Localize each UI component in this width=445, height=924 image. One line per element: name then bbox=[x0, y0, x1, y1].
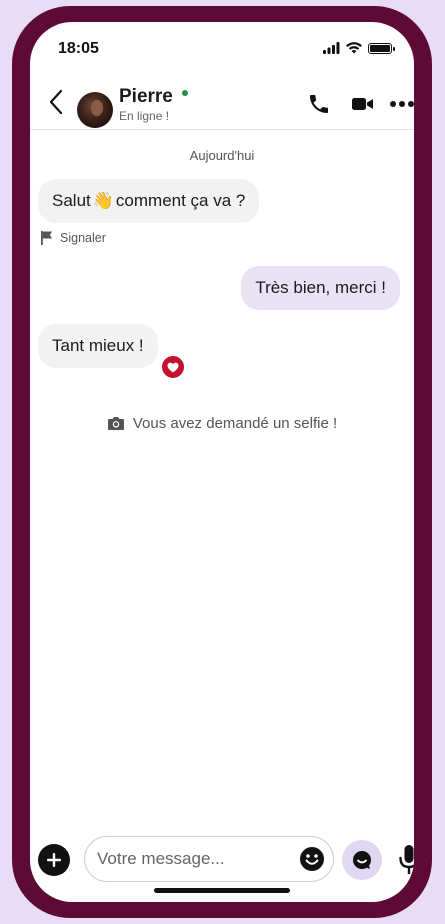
status-time: 18:05 bbox=[58, 40, 99, 57]
phone-icon bbox=[310, 95, 328, 113]
home-indicator bbox=[154, 888, 290, 893]
assistant-button[interactable] bbox=[342, 840, 382, 880]
microphone-icon bbox=[399, 845, 414, 874]
wifi-icon bbox=[346, 42, 362, 54]
voice-message-button[interactable] bbox=[394, 840, 414, 880]
contact-name[interactable]: Pierre bbox=[119, 86, 173, 108]
contact-status: En ligne ! bbox=[119, 109, 170, 123]
signal-icon bbox=[323, 42, 340, 54]
message-text: Salut bbox=[52, 191, 91, 210]
message-bubble-outgoing[interactable]: Très bien, merci ! bbox=[241, 266, 400, 310]
video-icon bbox=[352, 98, 373, 110]
more-icon bbox=[390, 101, 414, 107]
status-icons bbox=[323, 42, 395, 54]
message-composer[interactable] bbox=[84, 836, 334, 882]
call-button[interactable] bbox=[304, 90, 334, 118]
back-button[interactable] bbox=[44, 88, 68, 116]
plus-icon bbox=[47, 853, 61, 867]
heart-reaction[interactable] bbox=[159, 353, 187, 381]
system-message-text: Vous avez demandé un selfie ! bbox=[132, 415, 338, 432]
message-text: Tant mieux ! bbox=[52, 336, 144, 355]
emoji-icon[interactable] bbox=[299, 846, 325, 872]
chat-bubble-icon bbox=[353, 851, 371, 869]
message-text: Très bien, merci ! bbox=[255, 278, 386, 297]
heart-icon bbox=[167, 362, 179, 372]
more-button[interactable] bbox=[386, 90, 414, 118]
camera-icon bbox=[107, 417, 124, 430]
avatar[interactable] bbox=[77, 92, 113, 128]
message-bubble-incoming[interactable]: Tant mieux ! bbox=[38, 324, 158, 368]
report-label: Signaler bbox=[60, 231, 106, 245]
message-bubble-incoming[interactable]: Salut 👋 comment ça va ? bbox=[38, 179, 260, 223]
report-link[interactable]: Signaler bbox=[40, 230, 106, 246]
video-call-button[interactable] bbox=[348, 90, 378, 118]
date-separator: Aujourd'hui bbox=[189, 148, 255, 163]
message-input[interactable] bbox=[97, 837, 287, 881]
chat-header: Pierre En ligne ! bbox=[30, 72, 414, 130]
phone-frame: 18:05 Pierre En ligne ! Aujourd'hui Salu… bbox=[12, 6, 432, 918]
online-indicator bbox=[182, 90, 188, 96]
back-icon bbox=[49, 89, 63, 115]
status-bar: 18:05 bbox=[30, 22, 414, 68]
chat-screen: 18:05 Pierre En ligne ! Aujourd'hui Salu… bbox=[30, 22, 414, 902]
flag-icon bbox=[41, 231, 52, 245]
add-attachment-button[interactable] bbox=[38, 844, 70, 876]
system-message: Vous avez demandé un selfie ! bbox=[30, 415, 414, 432]
battery-icon bbox=[368, 42, 395, 54]
wave-emoji: 👋 bbox=[92, 191, 114, 210]
message-text: comment ça va ? bbox=[115, 191, 246, 210]
